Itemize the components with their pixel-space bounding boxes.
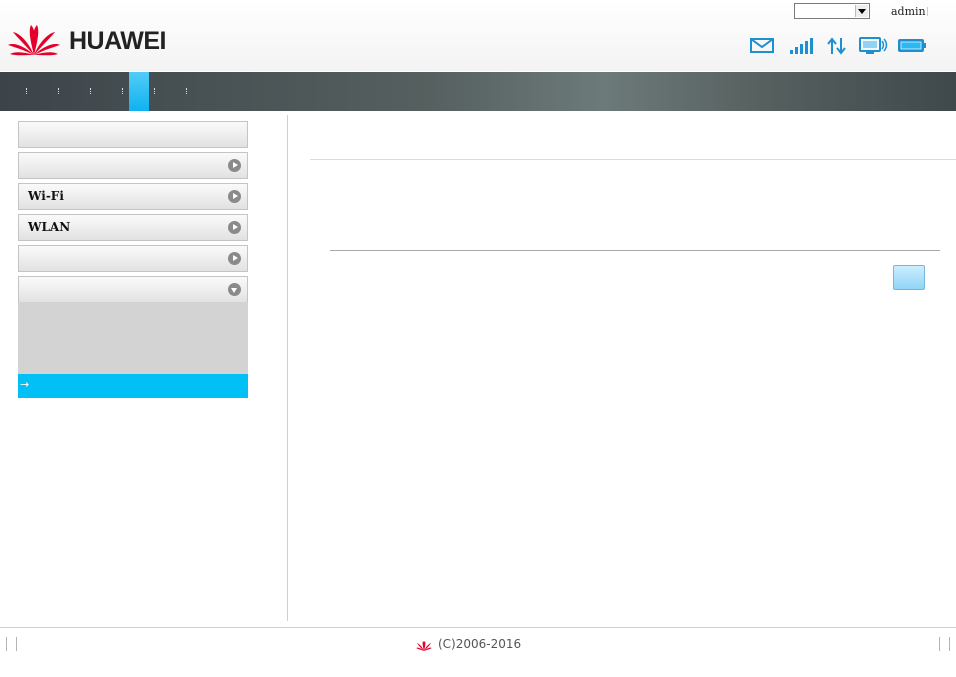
battery-icon xyxy=(898,39,926,52)
copyright-text: (C)2006-2016 xyxy=(438,637,522,651)
submenu-panel xyxy=(18,302,248,374)
submenu-item-active[interactable]: → xyxy=(18,374,248,398)
huawei-logo-small xyxy=(416,641,432,651)
sidebar-item-5[interactable] xyxy=(18,245,248,272)
footer-separator xyxy=(16,637,17,651)
apply-button[interactable] xyxy=(893,265,925,290)
nav-separator xyxy=(186,88,188,94)
signal-strength-icon xyxy=(790,38,813,54)
nav-separator xyxy=(154,88,156,94)
sidebar-item-wifi[interactable]: Wi-Fi xyxy=(18,183,248,210)
chevron-right-icon xyxy=(228,252,241,265)
content-section-divider xyxy=(330,250,940,251)
sidebar-item-label: Wi-Fi xyxy=(28,189,64,203)
data-transfer-icon xyxy=(827,37,846,55)
sidebar-item-2[interactable] xyxy=(18,152,248,179)
sidebar-item-6-expanded[interactable] xyxy=(18,276,248,303)
sidebar-item-wlan[interactable]: WLAN xyxy=(18,214,248,241)
header: HUAWEI admin xyxy=(0,0,956,71)
arrow-right-icon: → xyxy=(20,378,30,391)
chevron-down-icon[interactable] xyxy=(855,5,868,17)
chevron-right-icon xyxy=(228,159,241,172)
nav-separator xyxy=(122,88,124,94)
chevron-right-icon xyxy=(228,221,241,234)
nav-tab-active[interactable] xyxy=(129,72,149,111)
brand-name: HUAWEI xyxy=(69,27,167,55)
nav-separator xyxy=(58,88,60,94)
footer-separator xyxy=(949,637,950,651)
username-label[interactable]: admin xyxy=(891,5,926,18)
nav-separator xyxy=(90,88,92,94)
chevron-down-icon xyxy=(228,283,241,296)
pc-connection-icon xyxy=(859,37,888,54)
content-title-divider xyxy=(310,159,956,160)
header-divider xyxy=(927,7,928,16)
footer-separator xyxy=(6,637,7,651)
language-select[interactable] xyxy=(794,3,870,19)
footer-divider xyxy=(0,627,956,628)
nav-separator xyxy=(26,88,28,94)
sidebar-item-1[interactable] xyxy=(18,121,248,148)
chevron-right-icon xyxy=(228,190,241,203)
footer-separator xyxy=(939,637,940,651)
envelope-icon[interactable] xyxy=(750,38,775,54)
sidebar-item-label: WLAN xyxy=(28,220,71,234)
sidebar-divider xyxy=(287,115,288,621)
